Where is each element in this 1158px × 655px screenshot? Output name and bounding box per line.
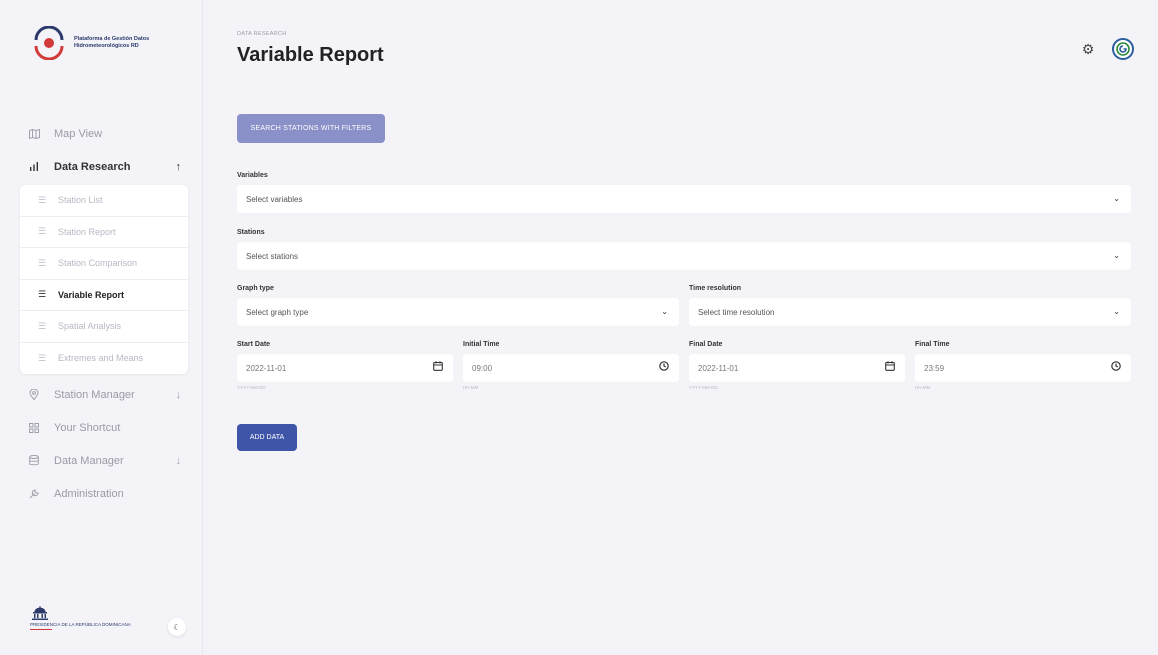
sidebar-item-station-manager[interactable]: Station Manager ↓ (0, 378, 203, 411)
sidebar-item-data-research[interactable]: Data Research ↑ (0, 150, 203, 183)
sidebar-item-label: Your Shortcut (54, 421, 121, 434)
graph-type-label: Graph type (237, 285, 274, 292)
brand-name: Plataforma de Gestión Datos Hidrometeoro… (74, 36, 150, 49)
submenu-item-station-report[interactable]: ☰ Station Report (20, 217, 188, 248)
sidebar-item-label: Data Research (54, 160, 131, 173)
list-icon: ☰ (38, 257, 47, 268)
submenu-item-spatial-analysis[interactable]: ☰ Spatial Analysis (20, 311, 188, 343)
sidebar-item-administration[interactable]: Administration (0, 477, 203, 510)
stations-select[interactable]: Select stations ⌄ (237, 242, 1131, 270)
graph-type-select[interactable]: Select graph type ⌄ (237, 298, 679, 326)
submenu-item-label: Station Comparison (58, 258, 138, 269)
start-date-hint: YYYY-MM-DD (237, 385, 266, 390)
variables-label: Variables (237, 172, 268, 179)
list-icon: ☰ (38, 352, 47, 363)
final-date-label: Final Date (689, 341, 723, 348)
final-time-label: Final Time (915, 341, 950, 348)
submenu-item-label: Spatial Analysis (58, 321, 122, 332)
final-time-field[interactable]: 23:59 (915, 354, 1131, 382)
sidebar-item-label: Data Manager (54, 454, 124, 467)
final-date-hint: YYYY-MM-DD (689, 385, 718, 390)
stations-placeholder: Select stations (246, 251, 299, 261)
chevron-down-icon: ⌄ (1113, 194, 1120, 203)
initial-time-field[interactable]: 09:00 (463, 354, 679, 382)
final-time-value: 23:59 (924, 363, 945, 373)
calendar-icon[interactable] (433, 361, 443, 374)
sidebar-item-your-shortcut[interactable]: Your Shortcut (0, 411, 203, 444)
list-icon: ☰ (38, 194, 47, 205)
add-data-button[interactable]: ADD DATA (237, 424, 297, 451)
initial-time-value: 09:00 (472, 363, 493, 373)
data-research-submenu: ☰ Station List ☰ Station Report ☰ Statio… (20, 185, 188, 374)
map-icon (28, 128, 40, 140)
submenu-item-label: Extremes and Means (58, 353, 144, 364)
start-date-field[interactable]: 2022-11-01 (237, 354, 453, 382)
grid-icon (28, 422, 40, 434)
gear-icon[interactable]: ⚙ (1078, 39, 1098, 59)
database-icon (28, 455, 40, 467)
footer-name: PRESIDENCIA DE LA REPÚBLICA DOMINICANA (30, 622, 131, 627)
wrench-icon (28, 488, 40, 500)
user-logo-icon (1116, 42, 1130, 56)
start-date-value: 2022-11-01 (246, 363, 287, 373)
header-actions: ⚙ (1078, 38, 1134, 60)
brand-emblem-icon (32, 25, 66, 61)
main-content: DATA RESEARCH Variable Report ⚙ SEARCH S… (203, 0, 1158, 655)
chevron-down-icon[interactable]: ↓ (176, 455, 182, 467)
initial-time-label: Initial Time (463, 341, 500, 348)
submenu-item-label: Variable Report (58, 289, 125, 300)
brand-logo[interactable]: Plataforma de Gestión Datos Hidrometeoro… (32, 25, 174, 61)
time-resolution-label: Time resolution (689, 285, 741, 292)
submenu-item-label: Station List (58, 195, 103, 206)
bar-chart-icon (28, 161, 40, 173)
final-time-hint: HH:MM (915, 385, 931, 390)
location-pin-icon (28, 389, 40, 401)
variables-placeholder: Select variables (246, 194, 303, 204)
sidebar-nav: Map View Data Research ↑ ☰ Station List … (0, 117, 203, 510)
government-seal-icon (32, 606, 48, 620)
initial-time-hint: HH:MM (463, 385, 479, 390)
final-date-field[interactable]: 2022-11-01 (689, 354, 905, 382)
sidebar-item-label: Station Manager (54, 388, 135, 401)
search-stations-button[interactable]: SEARCH STATIONS WITH FILTERS (237, 114, 385, 143)
start-date-label: Start Date (237, 341, 271, 348)
sidebar: Plataforma de Gestión Datos Hidrometeoro… (0, 0, 203, 655)
list-icon: ☰ (38, 226, 47, 237)
page-title: Variable Report (237, 44, 384, 66)
chevron-down-icon: ⌄ (1113, 251, 1120, 260)
chevron-up-icon[interactable]: ↑ (176, 161, 182, 173)
avatar[interactable] (1112, 38, 1134, 60)
chevron-down-icon: ⌄ (661, 307, 668, 316)
chevron-down-icon[interactable]: ↓ (176, 389, 182, 401)
submenu-item-station-comparison[interactable]: ☰ Station Comparison (20, 248, 188, 280)
breadcrumb: DATA RESEARCH (237, 31, 287, 37)
submenu-item-label: Station Report (58, 226, 116, 237)
clock-icon[interactable] (1111, 361, 1121, 374)
sidebar-item-label: Map View (54, 127, 103, 140)
graph-type-placeholder: Select graph type (246, 307, 309, 317)
footer-logo: PRESIDENCIA DE LA REPÚBLICA DOMINICANA (30, 606, 131, 630)
calendar-icon[interactable] (885, 361, 895, 374)
submenu-item-extremes-and-means[interactable]: ☰ Extremes and Means (20, 343, 188, 375)
submenu-item-variable-report[interactable]: ☰ Variable Report (20, 280, 188, 311)
list-icon: ☰ (38, 289, 47, 300)
sidebar-item-data-manager[interactable]: Data Manager ↓ (0, 444, 203, 477)
chevron-down-icon: ⌄ (1113, 307, 1120, 316)
theme-toggle-button[interactable]: ☾ (168, 618, 186, 636)
submenu-item-station-list[interactable]: ☰ Station List (20, 185, 188, 217)
clock-icon[interactable] (659, 361, 669, 374)
footer-underline (30, 629, 52, 630)
variables-select[interactable]: Select variables ⌄ (237, 185, 1131, 213)
sidebar-item-label: Administration (54, 487, 124, 500)
time-resolution-select[interactable]: Select time resolution ⌄ (689, 298, 1131, 326)
sidebar-item-map-view[interactable]: Map View (0, 117, 203, 150)
final-date-value: 2022-11-01 (698, 363, 739, 373)
time-resolution-placeholder: Select time resolution (698, 307, 775, 317)
moon-icon: ☾ (173, 622, 181, 632)
stations-label: Stations (237, 229, 265, 236)
list-icon: ☰ (38, 320, 47, 331)
